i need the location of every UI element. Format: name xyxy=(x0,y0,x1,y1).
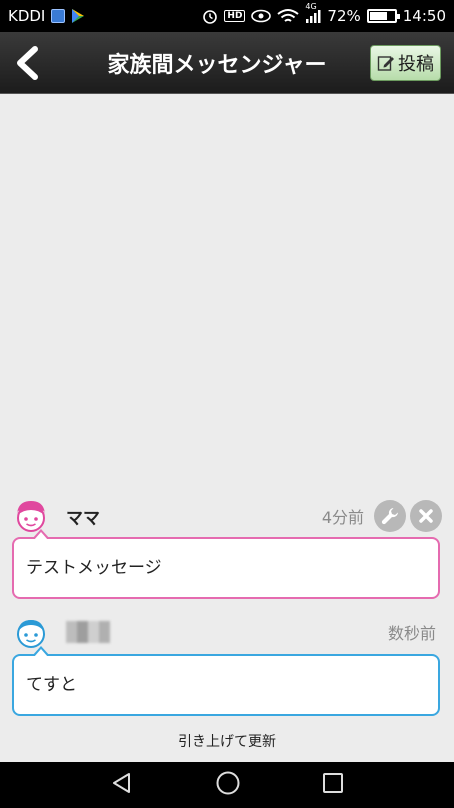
back-button[interactable] xyxy=(0,32,54,94)
nav-back-button[interactable] xyxy=(110,771,134,799)
message-time: 4分前 xyxy=(321,508,364,527)
edit-message-button[interactable] xyxy=(374,500,406,532)
chevron-left-icon xyxy=(17,45,38,80)
clock: 14:50 xyxy=(402,7,446,25)
bubble-tail xyxy=(32,646,50,657)
battery-percent: 72% xyxy=(327,7,361,25)
message-time: 数秒前 xyxy=(387,624,436,643)
alarm-icon xyxy=(202,8,218,24)
post-button[interactable]: 投稿 xyxy=(370,44,441,81)
sender-name: ママ xyxy=(66,508,100,529)
battery-fill xyxy=(369,12,388,20)
nav-home-button[interactable] xyxy=(215,770,241,800)
nav-recent-button[interactable] xyxy=(322,772,344,798)
eye-icon xyxy=(251,9,272,23)
network-type-label: 4G xyxy=(305,2,317,11)
post-button-label: 投稿 xyxy=(398,53,434,75)
triangle-back-icon xyxy=(113,773,131,793)
message-header: ママ 4分前 xyxy=(12,496,442,536)
system-nav-bar xyxy=(0,762,454,808)
message-bubble: てすと xyxy=(12,646,440,716)
signal-icon: 4G xyxy=(305,2,321,24)
message-text: テストメッセージ xyxy=(26,558,162,578)
message-list[interactable]: ママ 4分前 テストメッセージ 数秒前 てすと 引き上げて更新 xyxy=(0,94,454,762)
play-store-icon xyxy=(71,8,85,24)
bubble-tail xyxy=(32,529,50,540)
page-title: 家族間メッセンジャー xyxy=(107,52,327,78)
circle-home-icon xyxy=(216,771,240,795)
message-text: てすと xyxy=(26,675,77,695)
edit-icon xyxy=(377,55,394,71)
square-recent-icon xyxy=(322,773,343,793)
pull-to-refresh-label: 引き上げて更新 xyxy=(178,734,276,750)
status-bar: KDDI HD 4G 72% 14:50 xyxy=(0,0,454,32)
message-bubble: テストメッセージ xyxy=(12,529,440,599)
wrench-icon xyxy=(381,508,398,525)
hd-badge: HD xyxy=(224,10,246,22)
delete-message-button[interactable] xyxy=(410,500,442,532)
gallery-icon xyxy=(51,9,66,23)
blurred-sender-name xyxy=(66,621,110,643)
app-header: 家族間メッセンジャー 投稿 xyxy=(0,32,454,94)
close-icon xyxy=(419,509,433,523)
wifi-icon xyxy=(277,8,300,24)
carrier-label: KDDI xyxy=(8,7,46,25)
battery-icon xyxy=(366,9,400,23)
message-header: 数秒前 xyxy=(12,612,442,652)
